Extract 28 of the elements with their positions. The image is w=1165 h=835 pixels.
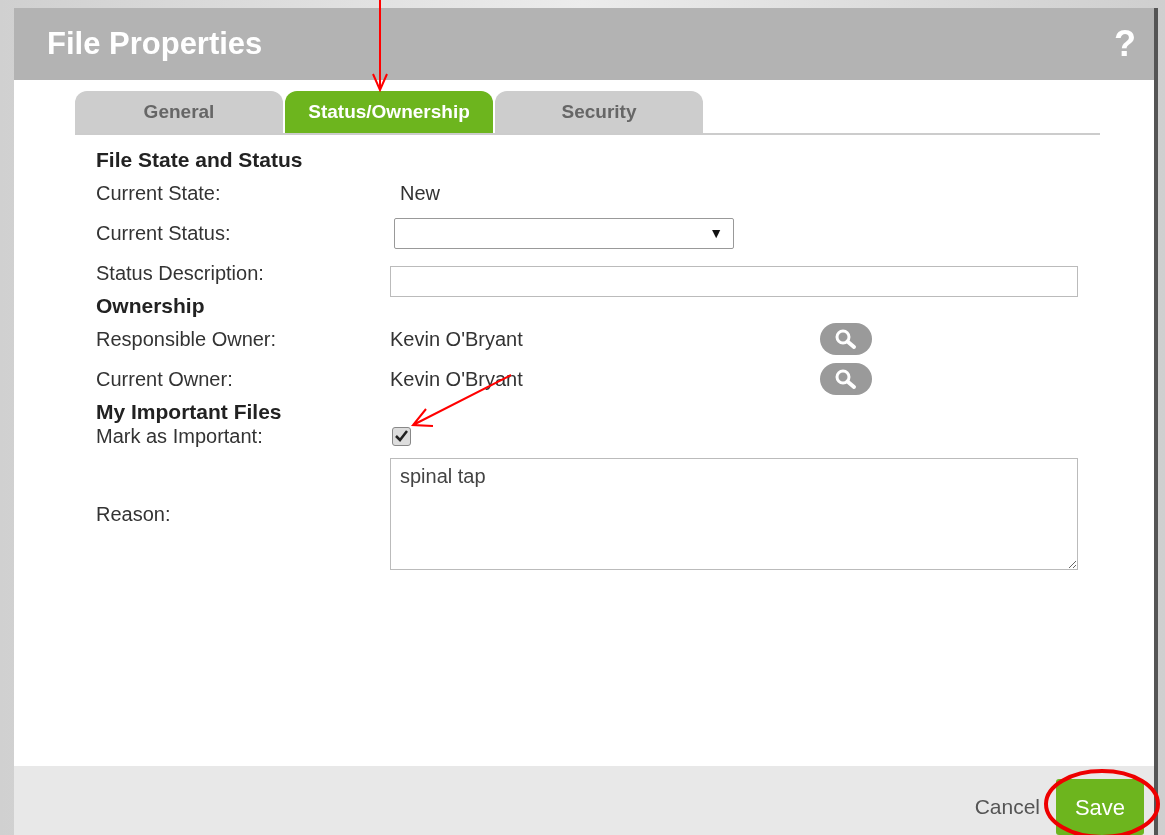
field-label: Current Owner: [96, 367, 234, 392]
field-label: Status Description: [96, 261, 265, 286]
section-heading: File State and Status [96, 147, 304, 173]
status-dropdown[interactable]: ▼ [394, 217, 734, 249]
help-button[interactable]: ? [1114, 17, 1136, 71]
field-value: New [400, 181, 440, 206]
field-label: Mark as Important: [96, 424, 264, 449]
tab[interactable]: Status/Ownership [285, 91, 493, 133]
description-field[interactable] [390, 265, 1078, 297]
section-heading: My Important Files [96, 399, 283, 425]
cancel-button[interactable]: Cancel [972, 779, 1042, 835]
field-label: Current Status: [96, 221, 232, 246]
reason-field[interactable]: spinal tap [390, 458, 1078, 570]
field-label: Reason: [96, 502, 172, 527]
dropdown-arrow: ▼ [709, 223, 723, 243]
dialog-title: File Properties [47, 24, 263, 63]
lookup-button[interactable] [820, 363, 872, 395]
field-label: Current State: [96, 181, 222, 206]
search-icon [834, 368, 858, 390]
search-icon [834, 328, 858, 350]
save-button[interactable]: Save [1056, 779, 1144, 835]
section-heading: Ownership [96, 293, 206, 319]
tab[interactable]: General [75, 91, 283, 133]
important-checkbox[interactable] [392, 426, 411, 446]
field-label: Responsible Owner: [96, 327, 278, 352]
owner-name: Kevin O'Bryant [390, 327, 524, 352]
lookup-button[interactable] [820, 323, 872, 355]
tab[interactable]: Security [495, 91, 703, 133]
